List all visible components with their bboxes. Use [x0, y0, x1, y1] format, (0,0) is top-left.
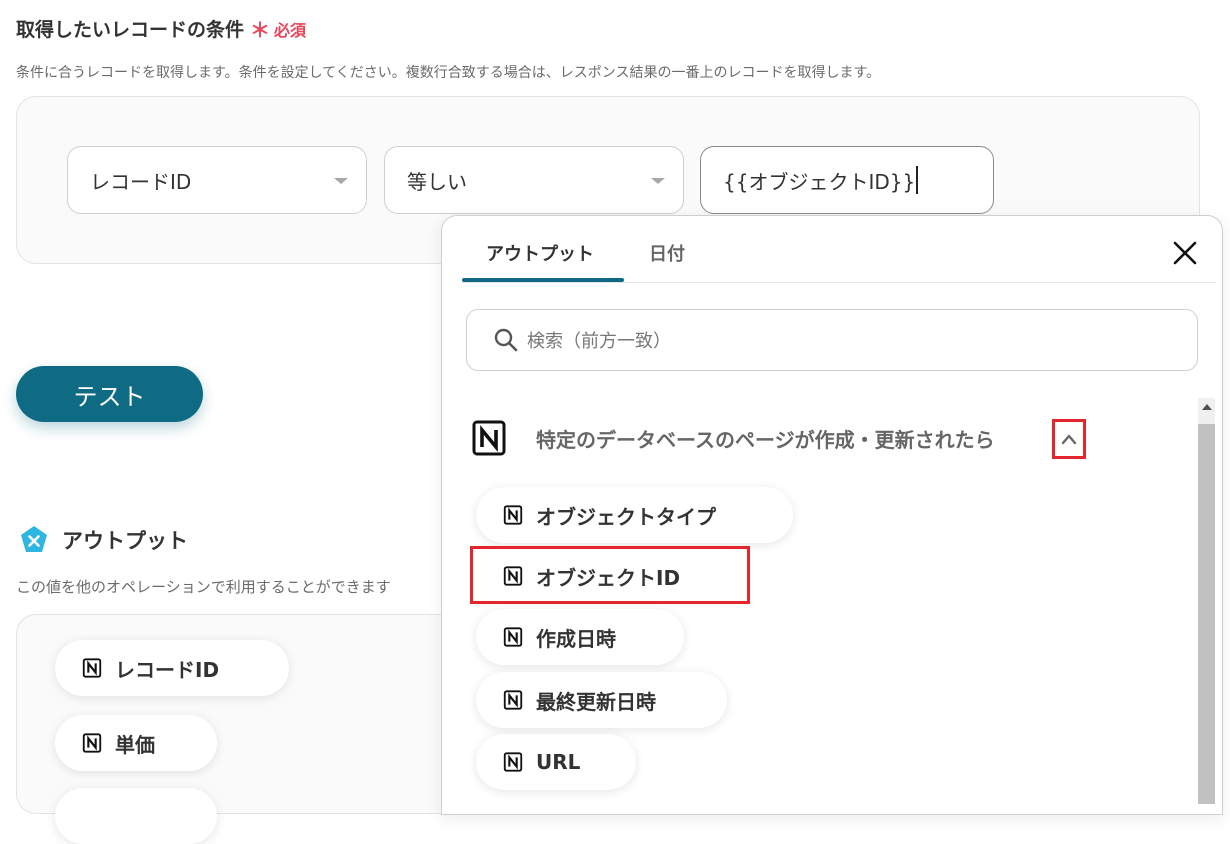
- text-cursor: [916, 166, 919, 194]
- output-group-title: 特定のデータベースのページが作成・更新されたら: [536, 427, 995, 452]
- tab-divider: [462, 282, 1216, 283]
- condition-description: 条件に合うレコードを取得します。条件を設定してください。複数行合致する場合は、レ…: [16, 65, 881, 81]
- output-title-text: アウトプット: [62, 529, 188, 553]
- output-badge-icon: [21, 526, 47, 552]
- search-icon: [494, 328, 518, 352]
- picker-item-url[interactable]: URL: [476, 734, 636, 790]
- test-button[interactable]: テスト: [16, 366, 203, 422]
- value-input-text: {{オブジェクトID}}: [723, 169, 916, 194]
- scroll-up-arrow-icon[interactable]: [1202, 404, 1212, 410]
- chevron-up-icon: [1061, 434, 1077, 445]
- chevron-down-icon: [651, 178, 665, 184]
- notion-icon: [503, 690, 523, 710]
- output-chip[interactable]: レコードID: [55, 640, 289, 696]
- output-chip[interactable]: 単価: [55, 715, 217, 771]
- condition-title-text: 取得したいレコードの条件: [16, 19, 245, 41]
- value-input[interactable]: {{オブジェクトID}}: [700, 146, 994, 214]
- collapse-group-button[interactable]: [1052, 419, 1086, 459]
- required-label: 必須: [274, 20, 307, 40]
- condition-title: 取得したいレコードの条件 ＊ 必須: [16, 14, 306, 43]
- picker-item-label: 最終更新日時: [536, 689, 656, 714]
- field-select-value: レコードID: [90, 169, 192, 194]
- notion-icon: [82, 733, 102, 753]
- output-chip-label: レコードID: [115, 657, 220, 682]
- picker-item-object-type[interactable]: オブジェクトタイプ: [476, 487, 793, 543]
- close-icon[interactable]: [1170, 238, 1200, 268]
- search-placeholder: 検索（前方一致）: [527, 331, 671, 352]
- tab-date[interactable]: 日付: [649, 240, 685, 266]
- output-chip-partial[interactable]: [55, 788, 217, 844]
- output-chip-label: 単価: [115, 732, 155, 757]
- picker-item-last-edited-time[interactable]: 最終更新日時: [476, 672, 727, 728]
- notion-icon: [472, 420, 506, 456]
- tab-output[interactable]: アウトプット: [486, 240, 594, 266]
- output-group-header[interactable]: 特定のデータベースのページが作成・更新されたら: [470, 418, 995, 458]
- notion-icon: [503, 505, 523, 525]
- output-title: アウトプット: [18, 524, 188, 556]
- scrollbar-thumb[interactable]: [1198, 424, 1215, 804]
- highlight-box: [470, 546, 750, 604]
- picker-item-created-time[interactable]: 作成日時: [476, 609, 684, 665]
- notion-icon: [82, 658, 102, 678]
- picker-item-label: オブジェクトタイプ: [536, 504, 716, 529]
- output-description: この値を他のオペレーションで利用することができます: [16, 578, 391, 596]
- operator-select-value: 等しい: [407, 169, 467, 194]
- required-asterisk-icon: ＊: [250, 18, 271, 42]
- field-select[interactable]: レコードID: [67, 146, 367, 214]
- picker-item-label: 作成日時: [536, 626, 616, 651]
- notion-icon: [503, 752, 523, 772]
- search-input[interactable]: 検索（前方一致）: [466, 309, 1198, 371]
- picker-item-label: URL: [536, 750, 581, 774]
- notion-icon: [503, 627, 523, 647]
- chevron-down-icon: [334, 178, 348, 184]
- operator-select[interactable]: 等しい: [384, 146, 684, 214]
